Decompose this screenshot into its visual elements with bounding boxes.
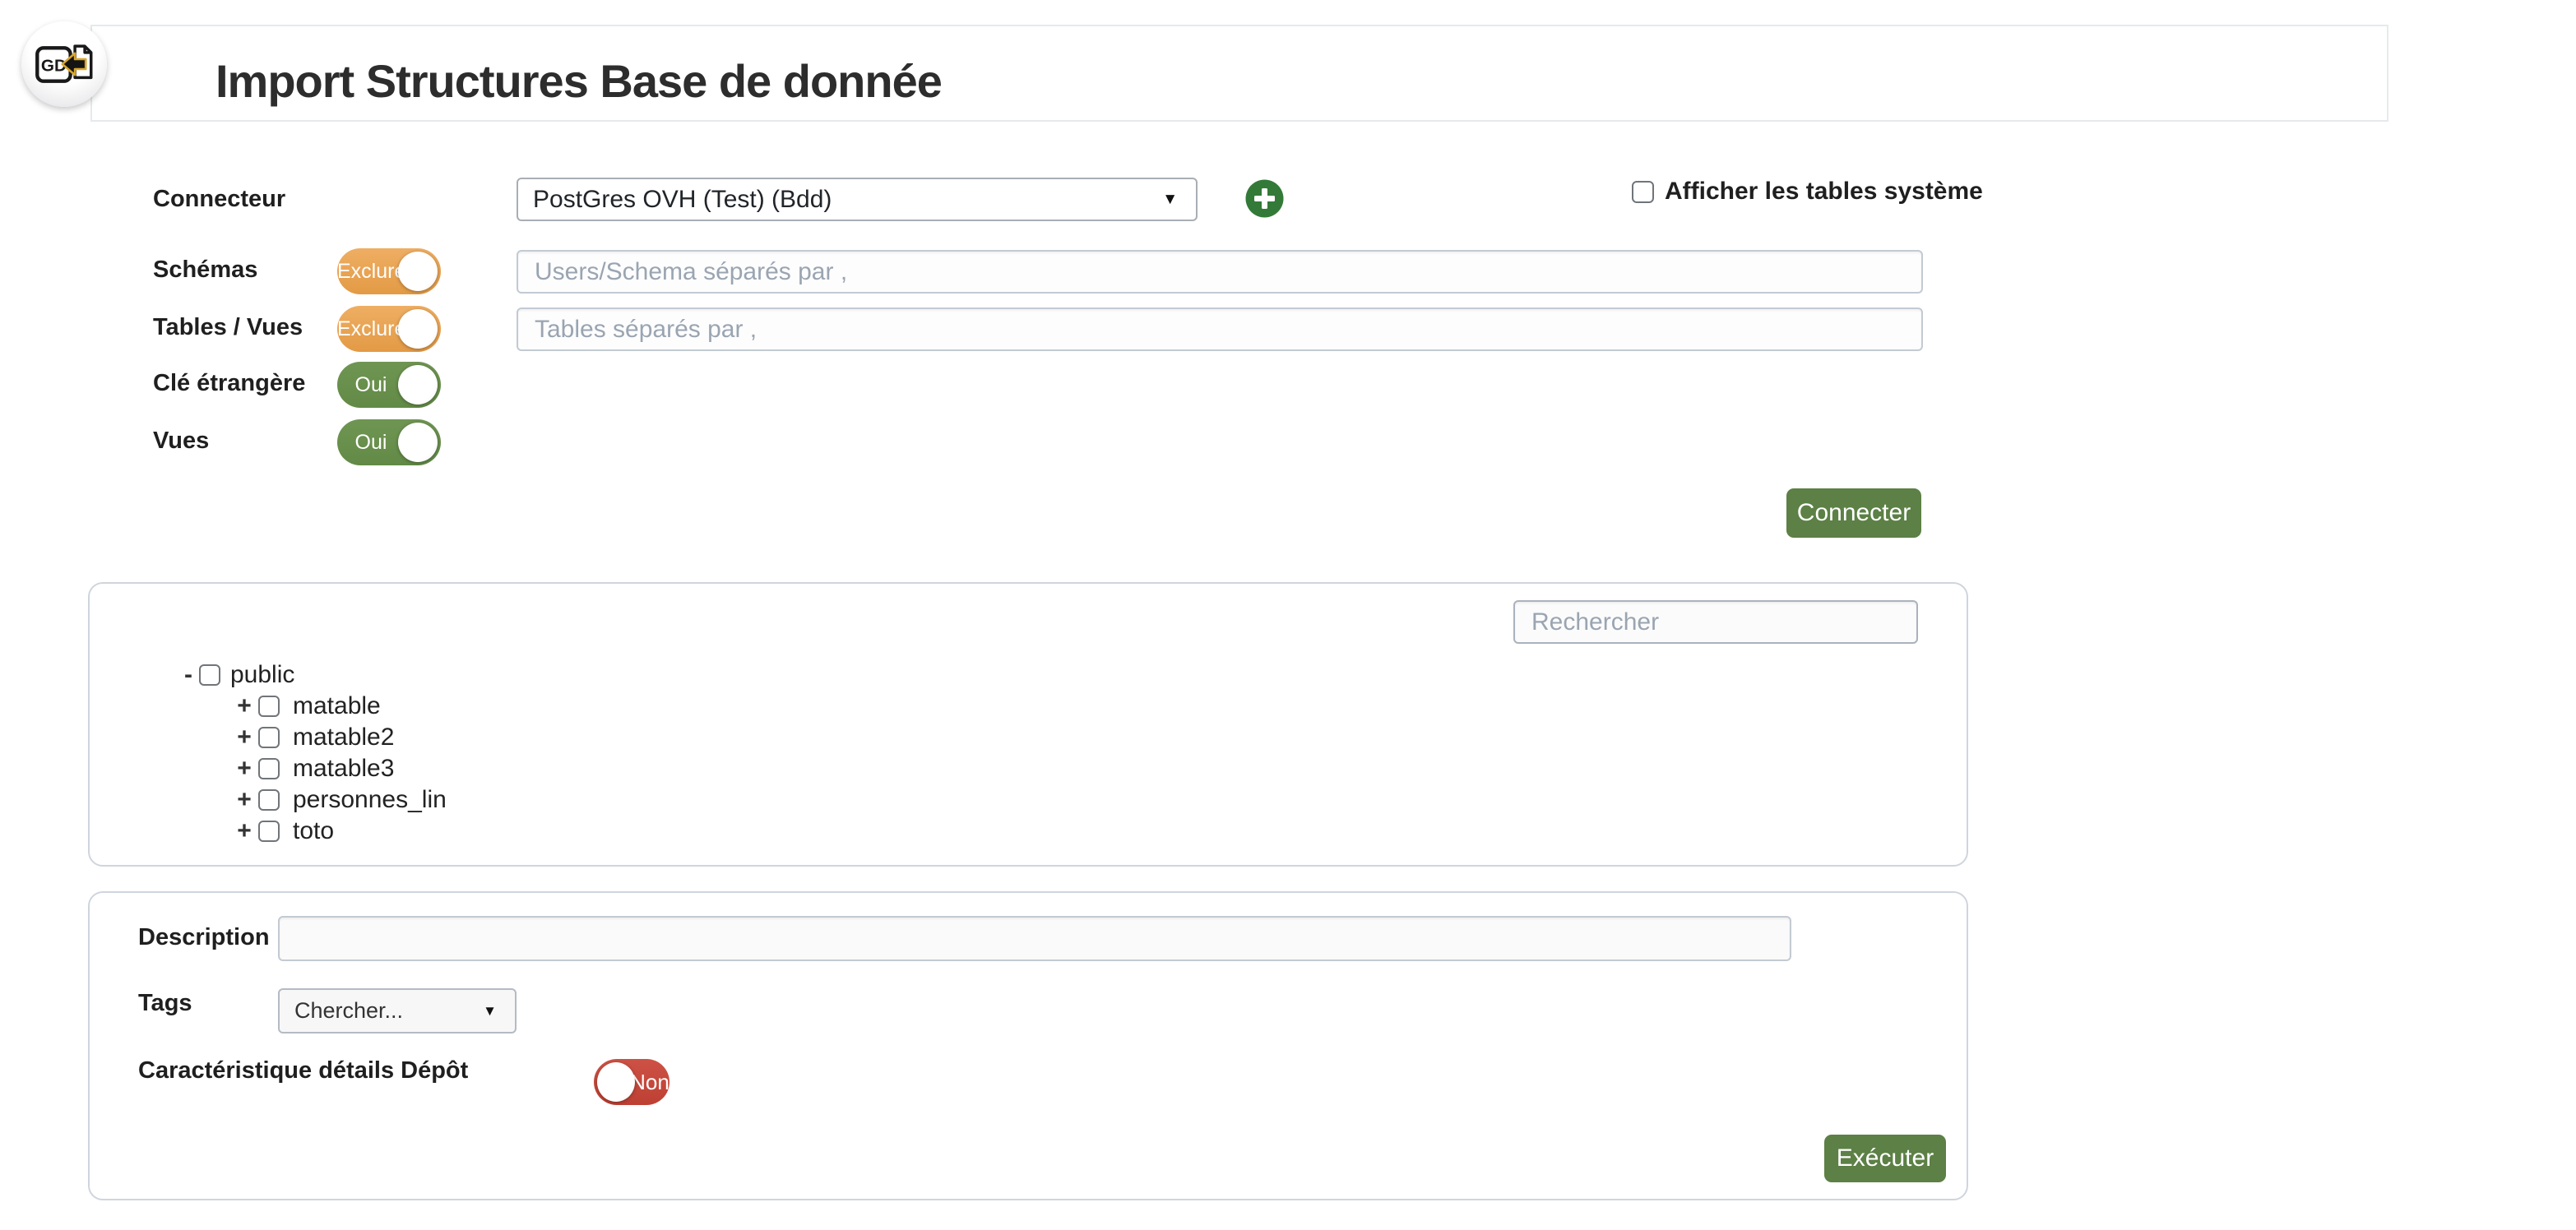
- collapse-expander[interactable]: -: [179, 661, 197, 689]
- tree-child-row: + personnes_lin: [235, 784, 447, 816]
- tree-root-row: - public: [179, 659, 294, 691]
- tree-child-label[interactable]: matable2: [293, 724, 394, 751]
- tree-child-checkbox[interactable]: [258, 758, 280, 779]
- tree-child-checkbox[interactable]: [258, 727, 280, 748]
- connector-select[interactable]: PostGres OVH (Test) (Bdd) ▼: [517, 178, 1198, 221]
- tree-child-label[interactable]: matable3: [293, 755, 394, 783]
- system-tables-checkbox[interactable]: [1632, 181, 1654, 203]
- add-connector-button[interactable]: [1245, 179, 1284, 218]
- connector-label: Connecteur: [153, 186, 285, 213]
- tree-root-checkbox[interactable]: [199, 664, 220, 686]
- views-label: Vues: [153, 428, 209, 455]
- tables-views-label: Tables / Vues: [153, 314, 303, 341]
- connector-selected-value: PostGres OVH (Test) (Bdd): [518, 186, 1162, 214]
- chevron-down-icon: ▼: [483, 1003, 515, 1020]
- expand-plus-icon[interactable]: +: [235, 692, 253, 720]
- app-logo: GD: [21, 21, 107, 107]
- import-structures-page: Import Structures Base de donnée GD Conn…: [0, 0, 2576, 1230]
- tree-child-row: + toto: [235, 816, 447, 847]
- connect-button[interactable]: Connecter: [1786, 488, 1921, 538]
- expand-plus-icon[interactable]: +: [235, 755, 253, 783]
- tree-child-label[interactable]: personnes_lin: [293, 786, 447, 814]
- tree-children: + matable + matable2 + matable3 + person…: [235, 691, 447, 847]
- characteristic-toggle[interactable]: Non: [594, 1059, 669, 1105]
- tables-exclude-toggle[interactable]: Exclure: [337, 306, 441, 352]
- system-tables-label: Afficher les tables système: [1665, 178, 1983, 206]
- tree-child-label[interactable]: matable: [293, 692, 381, 720]
- tree-child-checkbox[interactable]: [258, 789, 280, 811]
- expand-plus-icon[interactable]: +: [235, 817, 253, 845]
- tree-child-checkbox[interactable]: [258, 696, 280, 717]
- tags-label: Tags: [138, 990, 192, 1017]
- import-document-icon: GD: [35, 39, 94, 90]
- schemas-input[interactable]: [517, 250, 1923, 294]
- toggle-knob: [398, 423, 438, 462]
- tables-input[interactable]: [517, 308, 1923, 351]
- expand-plus-icon[interactable]: +: [235, 786, 253, 814]
- tree-child-checkbox[interactable]: [258, 821, 280, 842]
- tree-search-input[interactable]: [1513, 600, 1918, 644]
- foreign-key-toggle[interactable]: Oui: [337, 362, 441, 408]
- description-input[interactable]: [278, 916, 1791, 961]
- toggle-knob: [597, 1062, 635, 1102]
- views-toggle[interactable]: Oui: [337, 419, 441, 465]
- tree-child-row: + matable: [235, 691, 447, 722]
- tree-child-row: + matable2: [235, 722, 447, 753]
- svg-text:GD: GD: [41, 57, 67, 76]
- tags-selected-value: Chercher...: [280, 998, 483, 1024]
- page-title: Import Structures Base de donnée: [215, 54, 942, 108]
- expand-plus-icon[interactable]: +: [235, 724, 253, 751]
- tree-child-label[interactable]: toto: [293, 817, 334, 845]
- toggle-knob: [398, 309, 438, 349]
- toggle-knob: [398, 252, 438, 291]
- tree-root-label[interactable]: public: [230, 661, 294, 689]
- plus-icon: [1245, 179, 1284, 218]
- header-card: Import Structures Base de donnée: [90, 25, 2388, 122]
- characteristic-label: Caractéristique détails Dépôt: [138, 1057, 468, 1084]
- tree-child-row: + matable3: [235, 753, 447, 784]
- chevron-down-icon: ▼: [1162, 191, 1196, 209]
- schemas-label: Schémas: [153, 257, 257, 284]
- execute-button[interactable]: Exécuter: [1824, 1135, 1946, 1182]
- schemas-exclude-toggle[interactable]: Exclure: [337, 248, 441, 294]
- foreign-key-label: Clé étrangère: [153, 370, 305, 397]
- description-label: Description: [138, 924, 270, 951]
- toggle-knob: [398, 365, 438, 405]
- tags-select[interactable]: Chercher... ▼: [278, 988, 517, 1033]
